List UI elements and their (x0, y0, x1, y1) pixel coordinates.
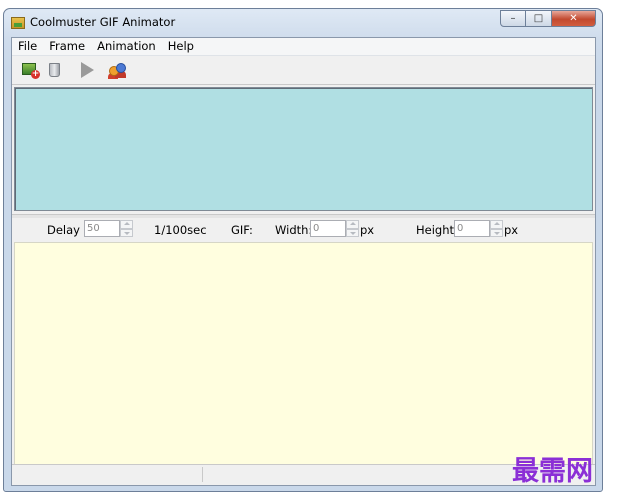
delay-input[interactable]: 50 (84, 220, 120, 237)
height-down-button[interactable] (490, 228, 503, 237)
height-spinner[interactable]: 0 (454, 220, 503, 237)
minimize-icon: – (510, 13, 516, 24)
frames-panel[interactable] (14, 87, 593, 211)
add-frame-button[interactable]: + (20, 60, 42, 80)
gif-label: GIF: (231, 223, 253, 237)
play-button[interactable] (76, 60, 98, 80)
menu-file[interactable]: File (12, 38, 43, 55)
close-button[interactable]: ✕ (552, 10, 596, 27)
toolbar: + (12, 56, 595, 85)
height-label: Height: (416, 223, 458, 237)
maximize-button[interactable]: □ (526, 10, 552, 27)
status-pane-left (12, 467, 203, 482)
width-up-button[interactable] (346, 220, 359, 229)
width-input[interactable]: 0 (310, 220, 346, 237)
width-spinner[interactable]: 0 (310, 220, 359, 237)
title-bar[interactable]: Coolmuster GIF Animator – □ ✕ (4, 9, 602, 37)
delete-frame-button[interactable] (44, 60, 66, 80)
height-up-button[interactable] (490, 220, 503, 229)
delay-down-button[interactable] (120, 228, 133, 237)
app-icon (11, 17, 25, 29)
minimize-button[interactable]: – (500, 10, 526, 27)
client-area: File Frame Animation Help + Delay: 50 1… (11, 37, 596, 486)
settings-bar: Delay : 50 1/100sec GIF: Width: 0 px Hei… (12, 218, 595, 241)
status-bar (12, 464, 595, 485)
users-button[interactable] (106, 60, 128, 80)
height-input[interactable]: 0 (454, 220, 490, 237)
width-label: Width: (275, 223, 313, 237)
menu-bar: File Frame Animation Help (12, 38, 595, 56)
delay-up-button[interactable] (120, 220, 133, 229)
width-down-button[interactable] (346, 228, 359, 237)
maximize-icon: □ (533, 13, 544, 24)
caption-buttons: – □ ✕ (500, 10, 596, 28)
close-icon: ✕ (569, 13, 578, 24)
delay-label: Delay : (47, 223, 88, 237)
watermark: 最需网 (512, 456, 593, 487)
app-window: Coolmuster GIF Animator – □ ✕ File Frame… (3, 8, 603, 492)
menu-animation[interactable]: Animation (91, 38, 162, 55)
height-unit-label: px (504, 223, 519, 237)
preview-area[interactable] (14, 242, 593, 466)
play-icon (81, 62, 94, 78)
delay-spinner[interactable]: 50 (84, 220, 133, 237)
delete-icon (49, 63, 60, 77)
menu-frame[interactable]: Frame (43, 38, 91, 55)
delay-unit-label: 1/100sec (154, 223, 207, 237)
window-title: Coolmuster GIF Animator (30, 15, 176, 29)
menu-help[interactable]: Help (162, 38, 200, 55)
width-unit-label: px (360, 223, 375, 237)
